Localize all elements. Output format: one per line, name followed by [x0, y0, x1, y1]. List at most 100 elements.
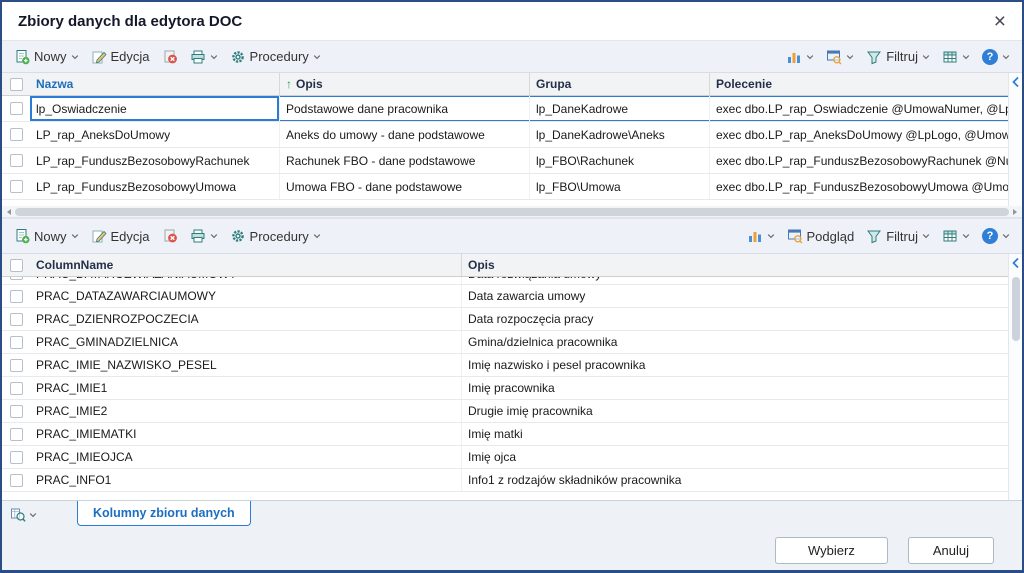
procedures-button[interactable]: Procedury [224, 225, 327, 247]
cell-grupa[interactable]: lp_FBO\Umowa [530, 174, 710, 199]
cell-opis[interactable]: Gmina/dzielnica pracownika [462, 331, 1022, 353]
row-checkbox[interactable] [10, 474, 23, 487]
cell-opis[interactable]: Info1 z rodzajów składników pracownika [462, 469, 1022, 491]
help-button[interactable]: ? [976, 225, 1016, 247]
table-row[interactable]: PRAC_DATAZAWARCIAUMOWY Data zawarcia umo… [2, 285, 1022, 308]
cell-grupa[interactable]: lp_DaneKadrowe\Aneks [530, 122, 710, 147]
procedures-button[interactable]: Procedury [224, 46, 327, 68]
table-row[interactable]: LP_rap_FunduszBezosobowyRachunek Rachune… [2, 148, 1022, 174]
edit-button[interactable]: Edycja [85, 225, 156, 247]
table-row[interactable]: PRAC_IMIE1 Imię pracownika [2, 377, 1022, 400]
table-row[interactable]: PRAC_GMINADZIELNICA Gmina/dzielnica prac… [2, 331, 1022, 354]
cell-polecenie[interactable]: exec dbo.LP_rap_Oswiadczenie @UmowaNumer… [710, 96, 1024, 121]
chart-button[interactable] [780, 46, 820, 68]
table-row[interactable]: PRAC_IMIEOJCA Imię ojca [2, 446, 1022, 469]
select-all-checkbox[interactable] [10, 259, 23, 272]
cell-nazwa-editing[interactable]: lp_Oswiadczenie [30, 96, 280, 121]
column-header-grupa[interactable]: Grupa [530, 73, 710, 95]
chart-button[interactable] [741, 225, 781, 247]
column-header-columnname[interactable]: ColumnName [30, 254, 462, 276]
column-header-polecenie[interactable]: Polecenie [710, 73, 1022, 95]
cell-columnname[interactable]: PRAC_IMIEMATKI [30, 423, 462, 445]
row-checkbox[interactable] [10, 382, 23, 395]
help-button[interactable]: ? [976, 46, 1016, 68]
cell-nazwa[interactable]: LP_rap_FunduszBezosobowyUmowa [30, 174, 280, 199]
grid-settings-button[interactable] [936, 225, 976, 247]
cell-nazwa[interactable]: LP_rap_AneksDoUmowy [30, 122, 280, 147]
horizontal-scrollbar[interactable] [2, 206, 1022, 218]
table-row[interactable]: PRAC_IMIEMATKI Imię matki [2, 423, 1022, 446]
scrollbar-thumb[interactable] [15, 208, 1009, 216]
vertical-scrollbar-thumb[interactable] [1012, 277, 1020, 341]
table-row[interactable]: LP_rap_AneksDoUmowy Aneks do umowy - dan… [2, 122, 1022, 148]
search-columns-button[interactable] [10, 507, 37, 523]
cell-polecenie[interactable]: exec dbo.LP_rap_AneksDoUmowy @LpLogo, @U… [710, 122, 1024, 147]
cell-opis[interactable]: Imię ojca [462, 446, 1022, 468]
filter-button[interactable]: Filtruj [860, 46, 936, 68]
cell-columnname[interactable]: PRAC_IMIE1 [30, 377, 462, 399]
cell-opis[interactable]: Podstawowe dane pracownika [280, 96, 530, 121]
column-header-nazwa[interactable]: Nazwa [30, 73, 280, 95]
cell-columnname[interactable]: PRAC_GMINADZIELNICA [30, 331, 462, 353]
cell-opis[interactable]: Data zawarcia umowy [462, 285, 1022, 307]
delete-button[interactable] [156, 225, 184, 247]
table-row[interactable]: PRAC_IMIE_NAZWISKO_PESEL Imię nazwisko i… [2, 354, 1022, 377]
new-button[interactable]: Nowy [8, 46, 85, 68]
row-checkbox[interactable] [10, 405, 23, 418]
print-button[interactable] [184, 46, 224, 68]
table-row-clipped[interactable]: PRAC_DATAROZWIAZANIAUMOWY Data rozwiązan… [2, 277, 1022, 285]
cell-opis[interactable]: Imię pracownika [462, 377, 1022, 399]
column-header-opis[interactable]: ↑ Opis [280, 73, 530, 95]
print-button[interactable] [184, 225, 224, 247]
table-row[interactable]: PRAC_IMIE2 Drugie imię pracownika [2, 400, 1022, 423]
row-checkbox[interactable] [10, 180, 23, 193]
table-row[interactable]: PRAC_DZIENROZPOCZECIA Data rozpoczęcia p… [2, 308, 1022, 331]
row-checkbox[interactable] [10, 290, 23, 303]
cancel-button[interactable]: Anuluj [908, 537, 994, 564]
new-button[interactable]: Nowy [8, 225, 85, 247]
cell-polecenie[interactable]: exec dbo.LP_rap_FunduszBezosobowyUmowa @… [710, 174, 1024, 199]
scroll-left-icon[interactable] [6, 208, 12, 216]
cell-opis[interactable]: Drugie imię pracownika [462, 400, 1022, 422]
cell-polecenie[interactable]: exec dbo.LP_rap_FunduszBezosobowyRachune… [710, 148, 1024, 173]
table-row[interactable]: LP_rap_FunduszBezosobowyUmowa Umowa FBO … [2, 174, 1022, 200]
cell-opis[interactable]: Imię matki [462, 423, 1022, 445]
cell-columnname[interactable]: PRAC_DZIENROZPOCZECIA [30, 308, 462, 330]
column-header-opis[interactable]: Opis [462, 254, 1022, 276]
cell-opis[interactable]: Data rozwiązania umowy [462, 277, 1022, 285]
preview-button[interactable] [820, 46, 860, 68]
cell-columnname[interactable]: PRAC_IMIEOJCA [30, 446, 462, 468]
close-icon[interactable]: × [994, 11, 1006, 32]
select-all-checkbox[interactable] [10, 78, 23, 91]
cell-columnname[interactable]: PRAC_INFO1 [30, 469, 462, 491]
cell-opis[interactable]: Aneks do umowy - dane podstawowe [280, 122, 530, 147]
cell-opis[interactable]: Imię nazwisko i pesel pracownika [462, 354, 1022, 376]
cell-grupa[interactable]: lp_FBO\Rachunek [530, 148, 710, 173]
edit-button[interactable]: Edycja [85, 46, 156, 68]
cell-columnname[interactable]: PRAC_IMIE_NAZWISKO_PESEL [30, 354, 462, 376]
preview-button[interactable]: Podgląd [781, 225, 861, 247]
cell-opis[interactable]: Umowa FBO - dane podstawowe [280, 174, 530, 199]
row-checkbox[interactable] [10, 313, 23, 326]
grid-settings-button[interactable] [936, 46, 976, 68]
row-checkbox[interactable] [10, 154, 23, 167]
row-checkbox[interactable] [10, 428, 23, 441]
table-row[interactable]: lp_Oswiadczenie Podstawowe dane pracowni… [2, 96, 1022, 122]
collapse-panel-icon[interactable] [1011, 257, 1021, 269]
scroll-right-icon[interactable] [1012, 208, 1018, 216]
select-button[interactable]: Wybierz [775, 537, 888, 564]
cell-opis[interactable]: Data rozpoczęcia pracy [462, 308, 1022, 330]
cell-grupa[interactable]: lp_DaneKadrowe [530, 96, 710, 121]
row-checkbox[interactable] [10, 128, 23, 141]
tab-dataset-columns[interactable]: Kolumny zbioru danych [77, 501, 251, 526]
delete-button[interactable] [156, 46, 184, 68]
row-checkbox[interactable] [10, 277, 23, 280]
cell-columnname[interactable]: PRAC_DATAZAWARCIAUMOWY [30, 285, 462, 307]
row-checkbox[interactable] [10, 359, 23, 372]
row-checkbox[interactable] [10, 451, 23, 464]
cell-opis[interactable]: Rachunek FBO - dane podstawowe [280, 148, 530, 173]
cell-nazwa[interactable]: LP_rap_FunduszBezosobowyRachunek [30, 148, 280, 173]
cell-columnname[interactable]: PRAC_IMIE2 [30, 400, 462, 422]
cell-columnname[interactable]: PRAC_DATAROZWIAZANIAUMOWY [30, 277, 462, 285]
table-row[interactable]: PRAC_INFO1 Info1 z rodzajów składników p… [2, 469, 1022, 492]
